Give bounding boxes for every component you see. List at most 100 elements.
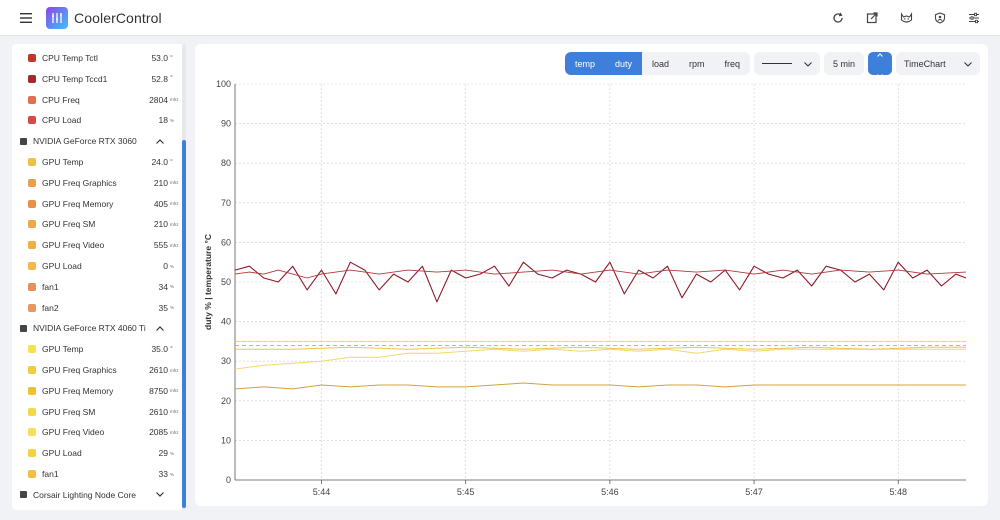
sensor-row[interactable]: GPU Freq Graphics 2610 mhz (12, 360, 182, 380)
line-style-select[interactable] (754, 52, 820, 75)
mode-toggle-duty[interactable]: duty (604, 52, 642, 75)
cat-icon[interactable] (894, 6, 918, 30)
sensor-row[interactable]: GPU Load 29% (12, 443, 182, 463)
sensor-unit: mhz (170, 367, 179, 373)
chart-panel: 0 10 20 30 40 50 60 70 80 90 100 5:44 5:45 5:46 5:47 5:… (195, 44, 988, 506)
hamburger-icon[interactable] (14, 6, 38, 30)
sensor-unit: % (170, 450, 175, 456)
sensor-color-swatch[interactable] (28, 178, 36, 187)
sensor-unit: % (170, 263, 175, 269)
y-tick-label: 80 (221, 158, 231, 168)
sensor-color-swatch[interactable] (28, 407, 36, 416)
sensor-row[interactable]: fan2 35% (12, 298, 182, 318)
sensor-row[interactable]: GPU Temp 35.0 ° (12, 339, 182, 359)
sensor-value: 33 (158, 469, 168, 479)
sensor-color-swatch[interactable] (28, 366, 36, 374)
chevron-up-icon[interactable] (152, 326, 168, 331)
x-tick-label: 5:44 (313, 487, 331, 497)
chevron-up-icon[interactable] (152, 138, 168, 144)
sensor-value: 2610 (149, 365, 168, 375)
sensor-name: fan1 (42, 469, 59, 479)
sensor-row[interactable]: GPU Load 0% (12, 256, 182, 276)
device-group-name: Corsair Lighting Node Core (33, 489, 136, 500)
chevron-down-icon[interactable] (152, 492, 168, 498)
sensor-color-swatch[interactable] (28, 220, 36, 229)
y-tick-label: 10 (221, 435, 231, 445)
sensor-row[interactable]: CPU Load 18% (12, 110, 182, 130)
sensor-color-swatch[interactable] (28, 158, 36, 166)
sensor-value: 210 (153, 219, 168, 230)
sensor-unit: mhz (170, 388, 179, 394)
sensor-row[interactable]: GPU Freq SM 2610 mhz (12, 402, 182, 422)
open-external-icon[interactable] (860, 6, 884, 30)
sensor-color-swatch[interactable] (28, 428, 36, 437)
sensor-row[interactable]: fan1 33% (12, 464, 182, 484)
sensor-row[interactable]: CPU Temp Tctl 53.0 ° (12, 48, 182, 68)
device-icon (20, 491, 27, 499)
sensor-color-swatch[interactable] (28, 386, 36, 395)
sensor-row[interactable]: fan1 34% (12, 277, 182, 297)
sensor-value: 405 (153, 198, 168, 209)
x-tick-label: 5:46 (601, 487, 619, 497)
sensor-color-swatch[interactable] (28, 282, 36, 291)
mode-toggle-temp[interactable]: temp (564, 52, 605, 75)
y-axis-label: duty % | temperature °C (203, 234, 213, 330)
sensor-color-swatch[interactable] (28, 54, 36, 62)
sensor-color-swatch[interactable] (28, 95, 36, 104)
sensor-row[interactable]: GPU Freq Video 555 mhz (12, 235, 182, 255)
sensor-value: 35.0 (151, 344, 168, 355)
device-icon (20, 137, 27, 145)
sensor-color-swatch[interactable] (28, 449, 36, 458)
mode-toggle-freq[interactable]: freq (714, 52, 750, 75)
device-group-header[interactable]: NVIDIA GeForce RTX 4060 Ti (12, 318, 182, 338)
sensor-name: GPU Freq Video (42, 427, 105, 438)
y-tick-label: 50 (221, 277, 231, 287)
sensor-color-swatch[interactable] (28, 199, 36, 208)
sensor-color-swatch[interactable] (28, 241, 36, 250)
sensor-row[interactable]: CPU Freq 2804 mhz (12, 90, 182, 110)
sensor-row[interactable]: GPU Freq Memory 405 mhz (12, 194, 182, 214)
sensor-name: fan1 (42, 281, 59, 292)
mode-toggle-rpm[interactable]: rpm (679, 52, 715, 75)
x-tick-label: 5:45 (457, 487, 475, 497)
sensor-row[interactable]: GPU Freq Video 2085 mhz (12, 422, 182, 442)
x-tick-label: 5:47 (745, 487, 763, 497)
time-range-stepper[interactable] (868, 52, 892, 78)
solid-line-icon (762, 63, 792, 64)
sensor-color-swatch[interactable] (28, 262, 36, 270)
chevron-down-icon[interactable] (877, 65, 883, 83)
coolercontrol-logo-icon (46, 6, 68, 29)
y-tick-label: 40 (221, 317, 231, 327)
sensor-value: 555 (153, 240, 168, 251)
sensor-row[interactable]: GPU Freq Graphics 210 mhz (12, 173, 182, 193)
settings-sliders-icon[interactable] (962, 6, 986, 30)
time-range-value[interactable]: 5 min (824, 52, 864, 75)
sensor-color-swatch[interactable] (28, 74, 36, 83)
chevron-up-icon[interactable] (877, 44, 883, 62)
chart-type-select[interactable]: TimeChart (896, 52, 980, 75)
sensor-value: 8750 (149, 385, 168, 396)
sensor-unit: ° (170, 158, 173, 166)
sensor-value: 53.0 (151, 53, 168, 63)
y-tick-label: 60 (221, 237, 231, 247)
refresh-icon[interactable] (826, 6, 850, 30)
sensor-color-swatch[interactable] (28, 345, 36, 354)
sensor-row[interactable]: GPU Freq Memory 8750 mhz (12, 381, 182, 401)
sidebar-scrollbar-thumb[interactable] (182, 140, 186, 508)
y-tick-label: 30 (221, 356, 231, 366)
sensor-unit: mhz (170, 201, 179, 207)
shield-user-icon[interactable] (928, 6, 952, 30)
sensor-color-swatch[interactable] (28, 116, 36, 125)
sensor-color-swatch[interactable] (28, 303, 36, 312)
mode-toggle-load[interactable]: load (642, 52, 679, 75)
sensor-row[interactable]: GPU Temp 24.0 ° (12, 152, 182, 172)
sensor-color-swatch[interactable] (28, 470, 36, 478)
sensor-value: 2610 (149, 406, 168, 417)
sensor-row[interactable]: CPU Temp Tccd1 52.8 ° (12, 69, 182, 89)
sensor-unit: mhz (170, 97, 179, 103)
device-group-header[interactable]: Corsair Lighting Node Core (12, 485, 182, 505)
sensor-row[interactable]: GPU Freq SM 210 mhz (12, 214, 182, 234)
sensor-unit: ° (170, 54, 173, 62)
device-group-header[interactable]: NVIDIA GeForce RTX 3060 (12, 131, 182, 151)
sensor-value: 52.8 (151, 73, 168, 84)
